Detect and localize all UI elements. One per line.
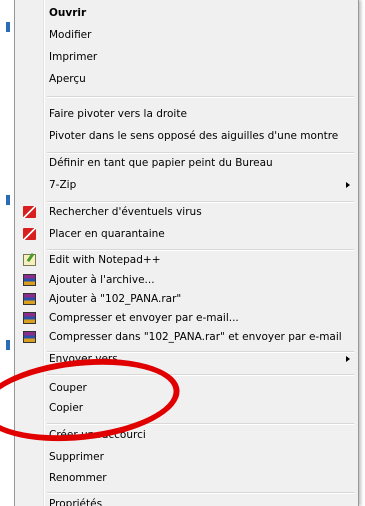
menu-item-label: Edit with Notepad++ [49, 254, 161, 266]
menu-item-label: Placer en quarantaine [49, 228, 165, 240]
menu-item-label: Modifier [49, 29, 92, 41]
winrar-icon [23, 274, 36, 286]
menu-item-label: Pivoter dans le sens opposé des aiguille… [49, 130, 339, 142]
menu-item-edit-notepad[interactable]: Edit with Notepad++ [15, 249, 358, 271]
menu-item-quarantine[interactable]: Placer en quarantaine [15, 223, 358, 245]
background-marker [6, 22, 10, 32]
winrar-icon [23, 331, 36, 343]
menu-item-label: Supprimer [49, 451, 104, 463]
menu-item-apercu[interactable]: Aperçu [15, 68, 358, 90]
submenu-arrow-icon [346, 182, 350, 188]
menu-item-modifier[interactable]: Modifier [15, 24, 358, 46]
menu-item-imprimer[interactable]: Imprimer [15, 46, 358, 68]
notepad-plus-plus-icon [23, 254, 36, 266]
menu-item-label: Ouvrir [49, 7, 87, 19]
antivirus-icon [23, 206, 36, 218]
menu-item-label: Propriétés [49, 498, 103, 506]
background-marker [6, 195, 10, 205]
submenu-arrow-icon [346, 356, 350, 362]
menu-separator [47, 96, 354, 98]
menu-item-compress-rar-email[interactable]: Compresser dans "102_PANA.rar" et envoye… [15, 326, 358, 348]
menu-item-ouvrir[interactable]: Ouvrir [15, 2, 358, 24]
winrar-icon [23, 293, 36, 305]
menu-item-properties[interactable]: Propriétés [15, 493, 358, 506]
menu-item-rotate-right[interactable]: Faire pivoter vers la droite [15, 103, 358, 125]
menu-item-rename[interactable]: Renommer [15, 467, 358, 489]
background-marker [6, 340, 10, 350]
menu-item-set-wallpaper[interactable]: Définir en tant que papier peint du Bure… [15, 152, 358, 174]
menu-item-label: 7-Zip [49, 179, 77, 191]
menu-item-delete[interactable]: Supprimer [15, 446, 358, 468]
menu-item-label: Imprimer [49, 51, 98, 63]
menu-item-label: Renommer [49, 472, 107, 484]
winrar-icon [23, 312, 36, 324]
menu-item-label: Aperçu [49, 73, 86, 85]
menu-item-label: Rechercher d'éventuels virus [49, 206, 202, 218]
menu-item-label: Faire pivoter vers la droite [49, 108, 187, 120]
menu-item-7zip[interactable]: 7-Zip [15, 174, 358, 196]
menu-item-label: Définir en tant que papier peint du Bure… [49, 157, 273, 169]
antivirus-icon [23, 228, 36, 240]
menu-item-rotate-left[interactable]: Pivoter dans le sens opposé des aiguille… [15, 125, 358, 147]
menu-item-scan-virus[interactable]: Rechercher d'éventuels virus [15, 201, 358, 223]
menu-item-label: Compresser dans "102_PANA.rar" et envoye… [49, 331, 342, 343]
